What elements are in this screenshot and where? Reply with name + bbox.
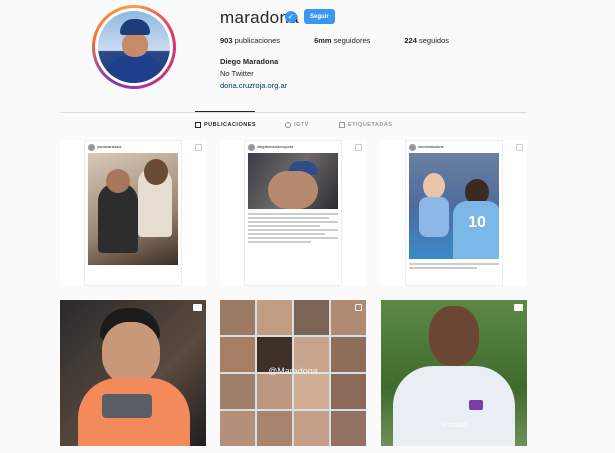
collage-face [331, 374, 366, 409]
stat-posts-label: publicaciones [234, 36, 281, 45]
avatar-shirt [108, 55, 162, 83]
repost-card: dieguitomaradonajunior [244, 140, 342, 286]
avatar-frame [95, 8, 173, 86]
post-image: 10 [409, 153, 499, 259]
profile-full-name: Diego Maradona [220, 57, 279, 66]
stat-following[interactable]: 224 seguidos [404, 36, 449, 45]
caption-line [248, 229, 338, 231]
post-account: dannamaradona [418, 145, 444, 149]
collage-face [257, 300, 292, 335]
repost-card: jannamaradona [84, 140, 182, 286]
tab-publicaciones[interactable]: PUBLICACIONES [195, 122, 256, 128]
tag-icon [339, 122, 345, 128]
collage-face [220, 300, 255, 335]
multi-post-icon [195, 144, 202, 151]
tabs-divider [60, 112, 527, 113]
tab-label: ETIQUETADAS [348, 122, 393, 128]
collage-face [257, 411, 292, 446]
profile-stats: 903 publicaciones 6mm seguidores 224 seg… [220, 36, 483, 45]
jersey-shape: 10 [453, 201, 499, 259]
player-face [429, 306, 479, 366]
caption-line [248, 221, 338, 223]
post-caption-lines [406, 259, 502, 273]
post-account: dieguitomaradonajunior [257, 145, 294, 149]
shirt-logo [469, 400, 483, 410]
collage-face [220, 411, 255, 446]
avatar-cap [120, 19, 150, 35]
post-tile[interactable] [60, 300, 206, 446]
avatar-face [122, 33, 148, 57]
caption-line [248, 237, 338, 239]
post-tile[interactable]: @Maradona [220, 300, 366, 446]
video-caption: Ronaldo [440, 422, 468, 429]
caption-line [248, 217, 329, 219]
post-avatar [409, 143, 416, 151]
stat-posts-value: 903 [220, 36, 233, 45]
post-account: jannamaradona [97, 145, 122, 149]
child-shape [419, 197, 449, 237]
repost-card: dannamaradona 10 [405, 140, 503, 286]
collage-face [294, 300, 329, 335]
tab-label: IGTV [294, 122, 309, 128]
igtv-icon [285, 122, 291, 128]
caption-line [248, 213, 338, 215]
avatar-photo [98, 11, 170, 83]
person-hair [144, 159, 168, 185]
verified-badge-icon: ✓ [285, 11, 297, 23]
post-header: dieguitomaradonajunior [245, 141, 341, 153]
grid-icon [195, 122, 201, 128]
child-face [423, 173, 445, 199]
post-image [88, 153, 178, 265]
post-tile[interactable]: jannamaradona [60, 140, 206, 286]
collage-face [257, 374, 292, 409]
caption-line [248, 225, 320, 227]
profile-link[interactable]: dona.cruzroja.org.ar [220, 81, 287, 90]
caption-line [409, 263, 499, 265]
caption-line [409, 267, 477, 269]
multi-post-icon [355, 304, 362, 311]
child-face [102, 322, 160, 384]
multi-post-icon [516, 144, 523, 151]
profile-avatar[interactable] [92, 5, 176, 89]
post-tile[interactable]: dannamaradona 10 [381, 140, 527, 286]
tab-igtv[interactable]: IGTV [285, 122, 309, 128]
tab-etiquetadas[interactable]: ETIQUETADAS [339, 122, 393, 128]
caption-line [248, 233, 325, 235]
active-tab-indicator [195, 111, 255, 112]
stat-followers-value: 6mm [314, 36, 332, 45]
collage-face [294, 374, 329, 409]
tab-label: PUBLICACIONES [204, 122, 257, 128]
player-shirt [393, 366, 515, 446]
stat-following-label: seguidos [418, 36, 450, 45]
stat-followers[interactable]: 6mm seguidores [314, 36, 370, 45]
stat-followers-label: seguidores [333, 36, 371, 45]
stat-following-value: 224 [404, 36, 417, 45]
post-avatar [248, 143, 255, 151]
collage-face [331, 411, 366, 446]
post-header: dannamaradona [406, 141, 502, 153]
collage-face [294, 411, 329, 446]
follow-button[interactable]: Seguir [304, 9, 335, 24]
video-icon [193, 304, 202, 311]
post-tile[interactable]: dieguitomaradonajunior [220, 140, 366, 286]
shirt-print [102, 394, 152, 418]
stat-posts[interactable]: 903 publicaciones [220, 36, 280, 45]
profile-bio: No Twitter [220, 69, 254, 78]
multi-post-icon [355, 144, 362, 151]
post-image [248, 153, 338, 209]
post-caption-lines [245, 209, 341, 247]
collage-face [220, 374, 255, 409]
post-header: jannamaradona [85, 141, 181, 153]
video-icon [514, 304, 523, 311]
collage-watermark: @Maradona [268, 366, 318, 376]
caption-line [248, 241, 311, 243]
person-shape [98, 183, 138, 253]
post-avatar [88, 143, 95, 151]
person-face [106, 169, 130, 193]
embrace-shape [268, 171, 318, 209]
post-tile[interactable]: Ronaldo [381, 300, 527, 446]
